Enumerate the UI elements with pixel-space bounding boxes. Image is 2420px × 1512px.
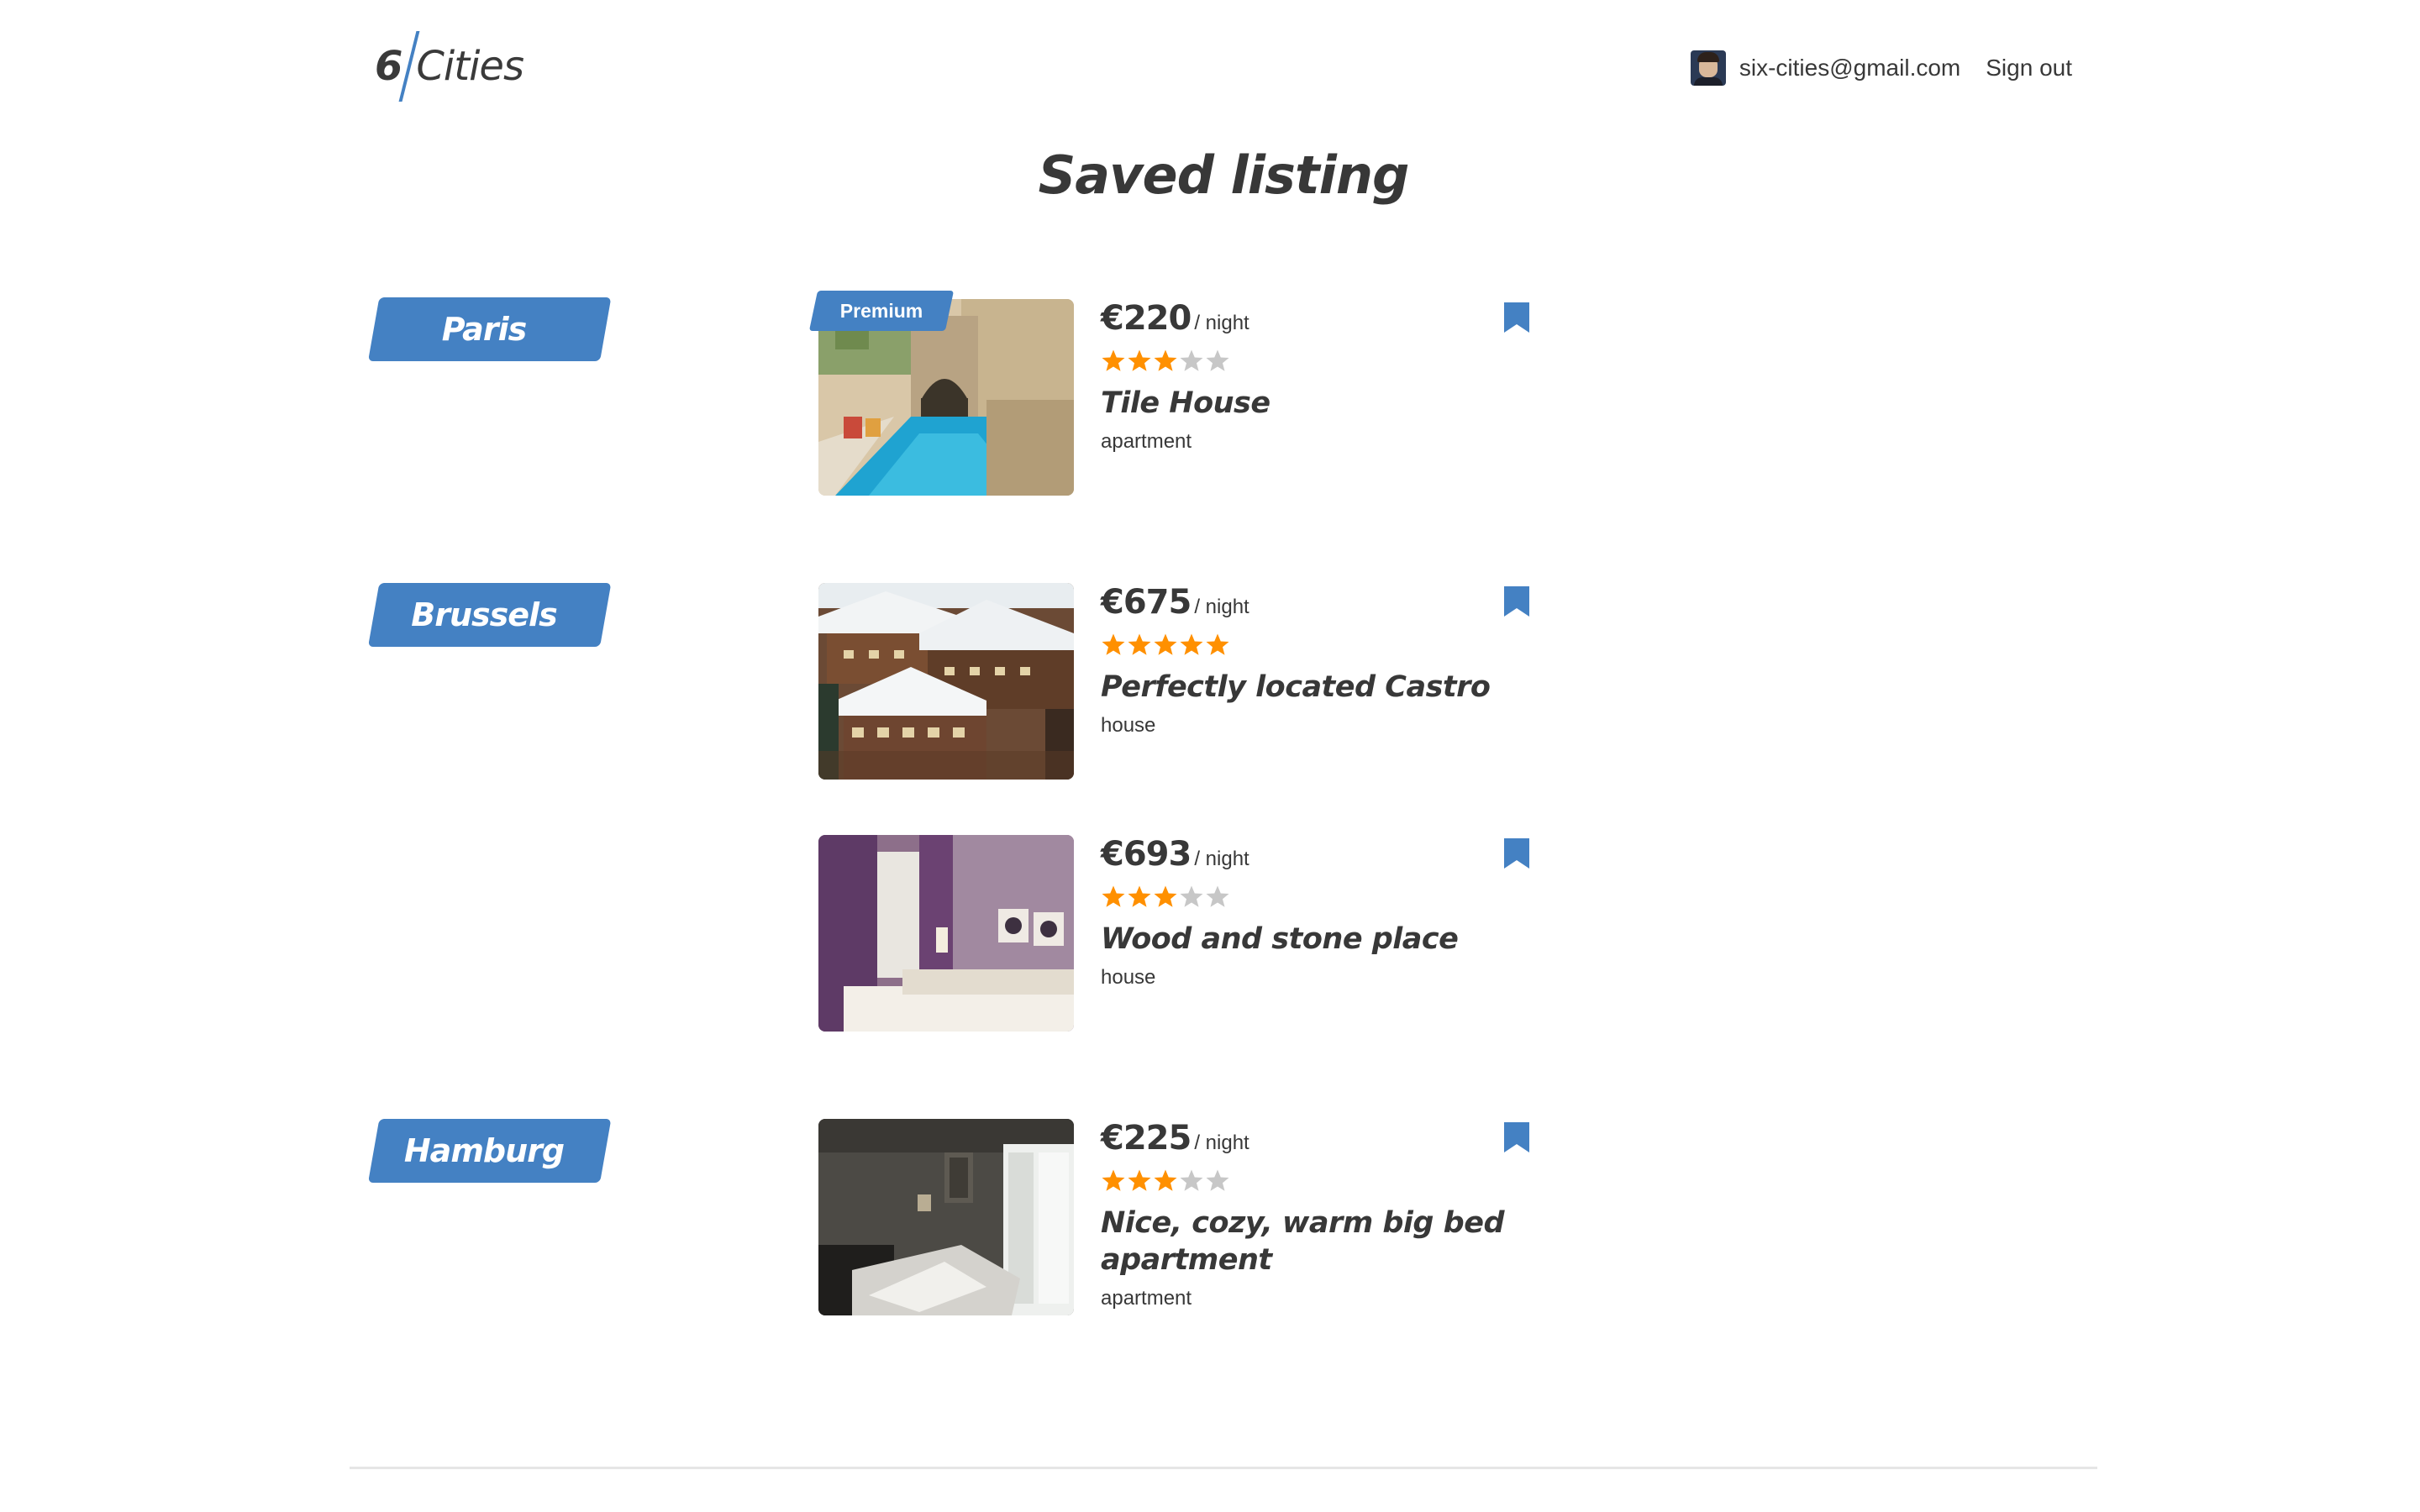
city-tag-paris[interactable]: Paris: [368, 297, 612, 361]
offer-card[interactable]: €693 / night Wood and stone place house: [818, 835, 1575, 1032]
premium-badge: Premium: [808, 291, 955, 331]
bookmark-icon[interactable]: [1502, 1121, 1531, 1154]
star-icon: [1180, 1169, 1203, 1191]
star-icon: [1206, 633, 1229, 655]
star-icon: [1180, 633, 1203, 655]
bookmark-icon[interactable]: [1502, 585, 1531, 618]
city-tag-brussels[interactable]: Brussels: [368, 583, 612, 647]
offer-type: house: [1101, 714, 1156, 737]
star-icon: [1128, 885, 1151, 907]
logo-text: Cities: [416, 43, 524, 90]
page-title: Saved listing: [1038, 144, 1410, 206]
offer-price: €693: [1101, 835, 1192, 874]
rating-stars: [1101, 1168, 1555, 1193]
city-tag-label: Hamburg: [403, 1132, 565, 1169]
price-period: / night: [1194, 596, 1249, 618]
dark-bedroom-picture: [818, 1119, 1074, 1315]
star-icon: [1154, 885, 1177, 907]
offer-card[interactable]: Premium €220 / night Tile House apartmen…: [808, 291, 1575, 496]
star-icon: [1128, 349, 1151, 371]
offer-price: €220: [1101, 299, 1192, 338]
star-icon: [1128, 633, 1151, 655]
star-icon: [1180, 349, 1203, 371]
logo-number: 6: [375, 43, 403, 90]
price-line: €675 / night: [1101, 583, 1555, 627]
star-icon: [1102, 349, 1125, 371]
rating-stars: [1101, 884, 1555, 909]
rating-stars: [1101, 348, 1555, 373]
offer-image-dark-bedroom[interactable]: [818, 1119, 1074, 1315]
offer-image-chalet[interactable]: [818, 583, 1074, 780]
star-icon: [1154, 349, 1177, 371]
offer-type: house: [1101, 966, 1156, 989]
user-avatar[interactable]: [1690, 50, 1726, 86]
star-icon: [1154, 1169, 1177, 1191]
star-icon: [1206, 885, 1229, 907]
star-icon: [1128, 1169, 1151, 1191]
bookmark-icon[interactable]: [1502, 301, 1531, 334]
offer-image-bedroom[interactable]: [818, 835, 1074, 1032]
offer-type: apartment: [1101, 430, 1192, 453]
price-line: €220 / night: [1101, 299, 1555, 343]
price-period: / night: [1194, 1131, 1249, 1154]
offer-price: €675: [1101, 583, 1192, 622]
bookmark-icon[interactable]: [1502, 837, 1531, 870]
user-nav: six-cities@gmail.com Sign out: [1690, 47, 2072, 89]
city-tag-label: Brussels: [411, 596, 557, 633]
avatar-shirt: [1693, 77, 1723, 86]
user-email-link[interactable]: six-cities@gmail.com: [1739, 55, 1960, 81]
site-header: 6 Cities six-cities@gmail.com Sign out: [350, 0, 2097, 138]
offer-card[interactable]: €225 / night Nice, cozy, warm big bed ap…: [818, 1119, 1575, 1315]
city-tag-label: Paris: [441, 311, 527, 348]
price-line: €225 / night: [1101, 1119, 1555, 1163]
price-line: €693 / night: [1101, 835, 1555, 879]
star-icon: [1180, 885, 1203, 907]
premium-badge-label: Premium: [839, 299, 923, 322]
star-icon: [1206, 349, 1229, 371]
offer-info: €693 / night Wood and stone place house: [1101, 835, 1555, 990]
star-icon: [1154, 633, 1177, 655]
sign-out-link[interactable]: Sign out: [1986, 55, 2072, 81]
offer-info: €220 / night Tile House apartment: [1101, 299, 1555, 454]
purple-bedroom-picture: [818, 835, 1074, 1032]
offer-info: €225 / night Nice, cozy, warm big bed ap…: [1101, 1119, 1555, 1310]
avatar-hair: [1697, 52, 1719, 62]
star-icon: [1206, 1169, 1229, 1191]
page-container: 6 Cities six-cities@gmail.com Sign out S…: [350, 0, 2097, 1512]
offer-card[interactable]: €675 / night Perfectly located Castro ho…: [818, 583, 1575, 780]
offer-name-link[interactable]: Nice, cozy, warm big bed apartment: [1101, 1205, 1555, 1278]
offer-name-link[interactable]: Wood and stone place: [1101, 921, 1555, 958]
star-icon: [1102, 633, 1125, 655]
offer-info: €675 / night Perfectly located Castro ho…: [1101, 583, 1555, 738]
price-period: / night: [1194, 848, 1249, 870]
offer-name-link[interactable]: Perfectly located Castro: [1101, 669, 1555, 706]
logo-link[interactable]: 6 Cities: [375, 30, 534, 102]
star-icon: [1102, 1169, 1125, 1191]
rating-stars: [1101, 632, 1555, 657]
price-period: / night: [1194, 312, 1249, 334]
offer-price: €225: [1101, 1119, 1192, 1158]
star-icon: [1102, 885, 1125, 907]
city-tag-hamburg[interactable]: Hamburg: [368, 1119, 612, 1183]
footer-divider: [350, 1467, 2097, 1469]
snowy-chalet-picture: [818, 583, 1074, 780]
favorites-page: 6 Cities six-cities@gmail.com Sign out S…: [0, 0, 2420, 1512]
offer-type: apartment: [1101, 1287, 1192, 1310]
offer-name-link[interactable]: Tile House: [1101, 385, 1555, 422]
